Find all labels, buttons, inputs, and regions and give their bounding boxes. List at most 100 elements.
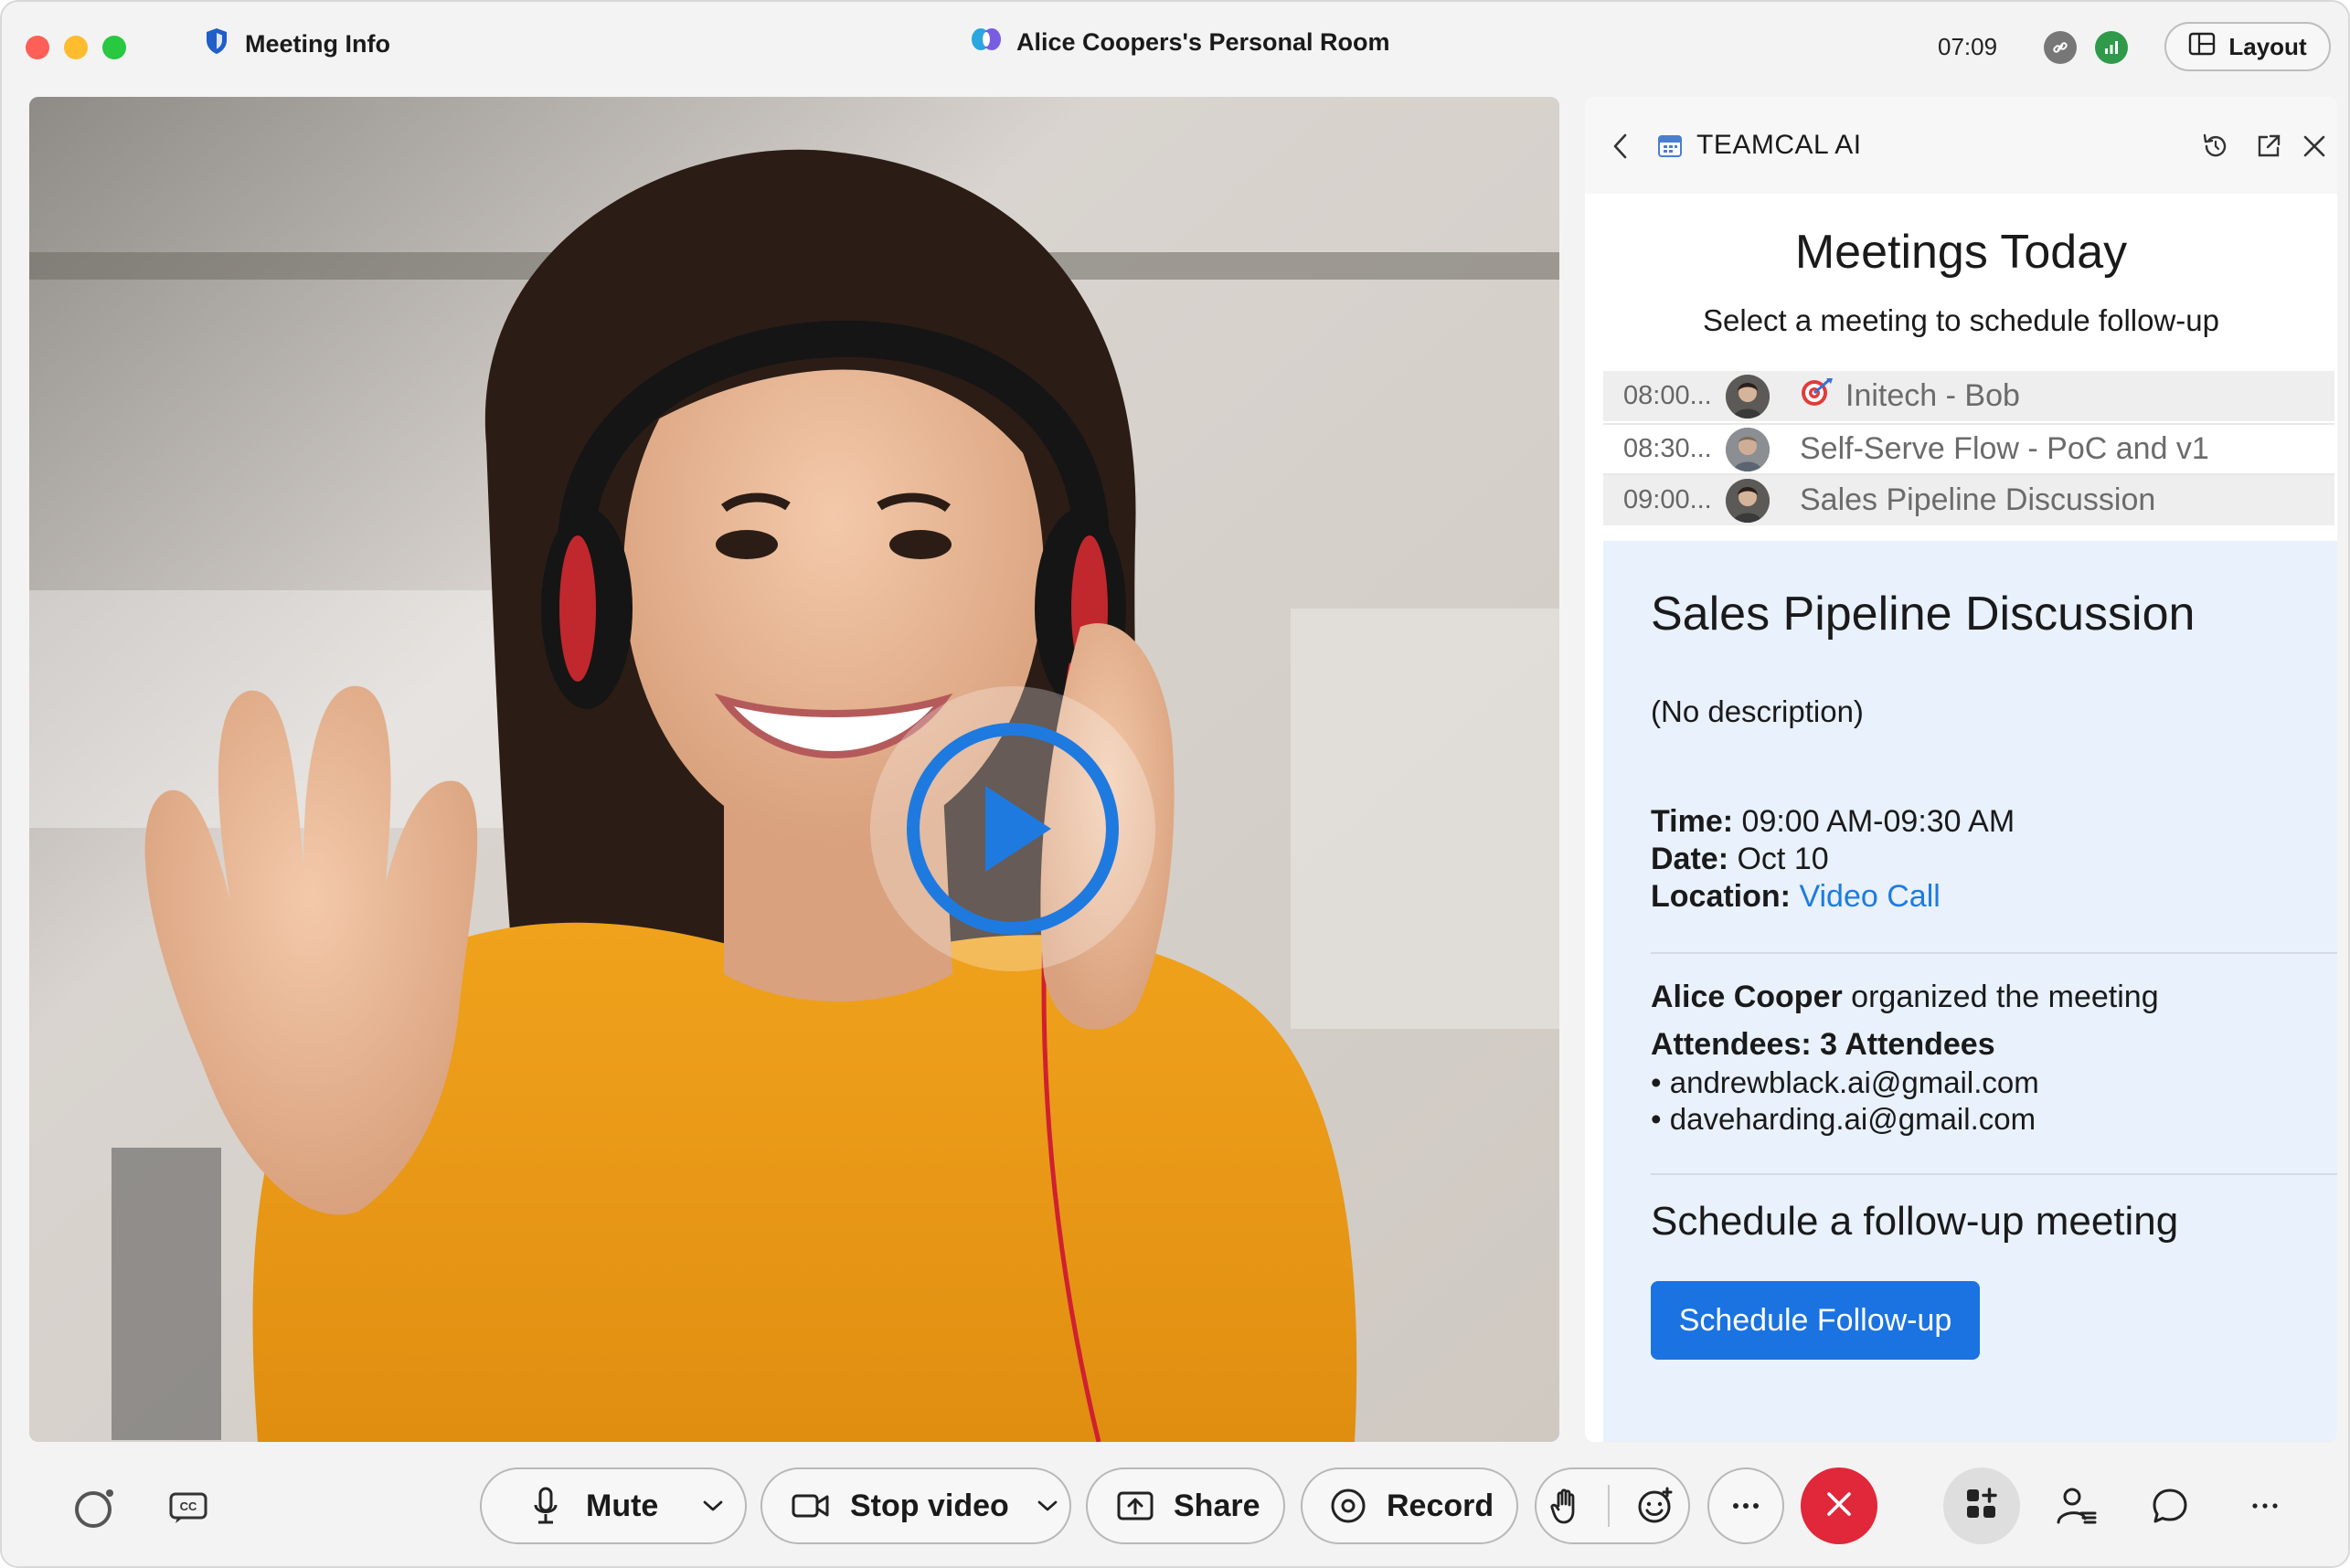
avatar [1726, 374, 1770, 418]
panel-app-name: TEAMCAL AI [1696, 130, 1862, 160]
meeting-title: Initech - Bob [1800, 376, 2020, 416]
avatar [1726, 427, 1770, 471]
reactions-group [1535, 1467, 1690, 1544]
meeting-time: 08:30... [1623, 434, 1712, 463]
schedule-followup-button[interactable]: Schedule Follow-up [1651, 1281, 1980, 1360]
share-label: Share [1174, 1488, 1260, 1523]
detail-location: Location: Video Call [1651, 879, 1941, 915]
meetings-today-subheading: Select a meeting to schedule follow-up [1703, 303, 2219, 337]
close-icon[interactable] [2296, 128, 2333, 164]
record-button[interactable]: Record [1301, 1467, 1518, 1544]
mute-label: Mute [586, 1488, 659, 1523]
attendees-label: Attendees: 3 Attendees [1651, 1027, 1995, 1062]
avatar [1726, 478, 1770, 523]
meeting-row-sales-pipeline[interactable]: 09:00... Sales Pipeline Discussion [1603, 475, 2334, 527]
microphone-icon [533, 1487, 558, 1525]
organizer-name: Alice Cooper [1651, 980, 1843, 1014]
meetings-today-heading: Meetings Today [1794, 226, 2128, 279]
detail-time: Time: 09:00 AM-09:30 AM [1651, 804, 2015, 840]
zoom-window-button[interactable] [102, 36, 126, 59]
divider [1607, 1485, 1610, 1527]
detail-date: Date: Oct 10 [1651, 842, 1829, 877]
meeting-info-button[interactable]: Meeting Info [205, 27, 390, 61]
meeting-clock: 07:09 [1938, 33, 1998, 60]
participant-video[interactable] [29, 97, 1559, 1442]
participants-icon[interactable] [2053, 1482, 2100, 1530]
panel-header: TEAMCAL AI [1585, 97, 2337, 194]
detail-description: (No description) [1651, 694, 1864, 728]
play-button[interactable] [870, 686, 1155, 971]
stop-video-label: Stop video [850, 1488, 1009, 1523]
share-button[interactable]: Share [1086, 1467, 1285, 1544]
video-camera-icon [792, 1492, 830, 1520]
layout-button[interactable]: Layout [2164, 22, 2331, 71]
date-value: Oct 10 [1737, 842, 1829, 876]
attendee-email: daveharding.ai@gmail.com [1669, 1102, 2036, 1136]
meeting-title-text: Initech - Bob [1845, 378, 2020, 413]
chevron-down-icon[interactable] [702, 1499, 724, 1513]
apps-grid-icon [1964, 1487, 1999, 1526]
location-label: Location: [1651, 879, 1791, 914]
divider [1651, 952, 2337, 954]
time-value: 09:00 AM-09:30 AM [1741, 804, 2015, 839]
chevron-left-icon[interactable] [1605, 130, 1634, 163]
meeting-time: 09:00... [1623, 485, 1712, 514]
app-window: Meeting Info Alice Coopers's Personal Ro… [0, 0, 2350, 1568]
closed-captions-icon[interactable]: CC [166, 1486, 210, 1530]
shield-icon [205, 27, 229, 61]
meeting-row-self-serve[interactable]: 08:30... Self-Serve Flow - PoC and v1 [1603, 423, 2334, 475]
refresh-icon[interactable] [2197, 128, 2234, 164]
chat-icon[interactable] [2146, 1482, 2194, 1530]
meeting-list: 08:00... Initech - Bob 08:30... Self-Ser… [1603, 371, 2334, 527]
meeting-title: Self-Serve Flow - PoC and v1 [1800, 431, 2209, 466]
play-icon [907, 723, 1119, 935]
target-icon [1800, 376, 1834, 416]
video-frame-image [29, 97, 1559, 1442]
divider [1651, 1173, 2337, 1175]
meeting-info-label: Meeting Info [245, 30, 390, 58]
attendee-email: andrewblack.ai@gmail.com [1669, 1065, 2039, 1099]
meeting-detail-card: Sales Pipeline Discussion (No descriptio… [1603, 541, 2337, 1442]
close-icon [1825, 1490, 1853, 1522]
teamcal-panel: TEAMCAL AI Meetings Today Select a meeti… [1585, 97, 2337, 1442]
pop-out-icon[interactable] [2250, 128, 2287, 164]
webex-logo-icon [971, 27, 1002, 58]
end-call-button[interactable] [1801, 1467, 1877, 1544]
room-title-text: Alice Coopers's Personal Room [1016, 28, 1390, 56]
stop-video-button[interactable]: Stop video [760, 1467, 1071, 1544]
attendee-item: • andrewblack.ai@gmail.com [1651, 1065, 2039, 1099]
link-icon[interactable] [2044, 31, 2077, 64]
date-label: Date: [1651, 842, 1729, 876]
meeting-row-initech[interactable]: 08:00... Initech - Bob [1603, 371, 2334, 423]
apps-button[interactable] [1943, 1467, 2020, 1544]
organizer-line: Alice Cooper organized the meeting [1651, 980, 2159, 1015]
raise-hand-icon[interactable] [1550, 1488, 1581, 1524]
status-ring-icon[interactable] [73, 1486, 117, 1530]
location-link[interactable]: Video Call [1799, 879, 1940, 914]
time-label: Time: [1651, 804, 1734, 839]
svg-text:CC: CC [180, 1499, 197, 1513]
share-screen-icon [1117, 1491, 1154, 1520]
layout-label: Layout [2228, 32, 2307, 60]
chevron-down-icon[interactable] [1037, 1499, 1058, 1513]
meeting-controls-bar: CC Mute Stop video Share Record [2, 1446, 2348, 1566]
calendar-icon [1656, 132, 1684, 159]
ellipsis-icon [1732, 1498, 1760, 1514]
close-window-button[interactable] [26, 36, 49, 59]
more-options-button[interactable] [1707, 1467, 1784, 1544]
meeting-time: 08:00... [1623, 381, 1712, 410]
connection-stats-icon[interactable] [2095, 31, 2128, 64]
minimize-window-button[interactable] [64, 36, 88, 59]
title-bar: Meeting Info Alice Coopers's Personal Ro… [2, 2, 2348, 93]
mute-button[interactable]: Mute [480, 1467, 747, 1544]
record-icon [1330, 1488, 1366, 1524]
followup-heading: Schedule a follow-up meeting [1651, 1199, 2179, 1244]
room-title: Alice Coopers's Personal Room [971, 27, 1390, 58]
meeting-title: Sales Pipeline Discussion [1800, 482, 2156, 517]
organizer-suffix: organized the meeting [1851, 980, 2159, 1014]
more-icon[interactable] [2241, 1482, 2289, 1530]
layout-grid-icon [2188, 32, 2216, 62]
emoji-reaction-icon[interactable] [1636, 1487, 1675, 1525]
record-label: Record [1387, 1488, 1494, 1523]
attendee-item: • daveharding.ai@gmail.com [1651, 1102, 2036, 1136]
